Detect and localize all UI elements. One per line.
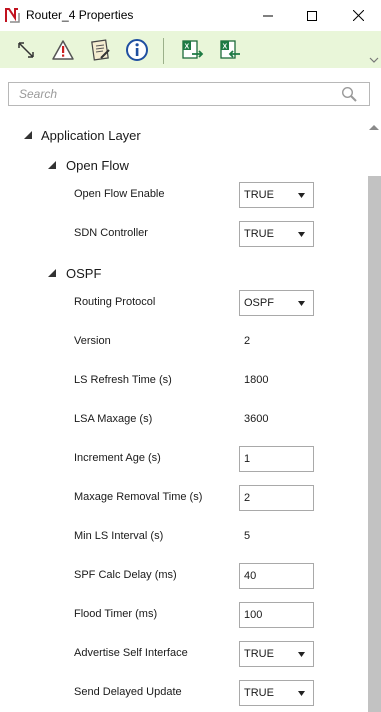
minimize-button[interactable]	[245, 0, 291, 31]
scrollbar-thumb[interactable]	[368, 176, 381, 712]
expand-open-flow-icon[interactable]	[48, 161, 56, 169]
prop-label-ls-refresh-time: LS Refresh Time (s)	[74, 374, 172, 386]
open-flow-enable-dropdown[interactable]: TRUE	[239, 182, 314, 208]
version-value: 2	[244, 335, 251, 347]
spf-calc-delay-field[interactable]: 40	[239, 563, 314, 589]
close-icon	[352, 10, 364, 21]
svg-text:X: X	[223, 44, 228, 51]
minimize-icon	[263, 15, 273, 16]
export-excel-button[interactable]: X	[180, 37, 206, 63]
import-excel-button[interactable]: X	[218, 37, 244, 63]
chevron-down-icon	[298, 691, 305, 696]
warning-button[interactable]	[50, 37, 76, 63]
maximize-icon	[307, 10, 317, 21]
chevron-down-icon	[298, 652, 305, 657]
toolbar-overflow-icon[interactable]	[369, 57, 379, 63]
prop-label-increment-age: Increment Age (s)	[74, 452, 161, 464]
tree-node-application-layer[interactable]: Application Layer	[41, 128, 141, 143]
send-delayed-update-dropdown[interactable]: TRUE	[239, 680, 314, 706]
expand-collapse-icon	[18, 42, 34, 58]
flood-timer-field[interactable]: 100	[239, 602, 314, 628]
prop-label-version: Version	[74, 335, 111, 347]
prop-label-sdn-controller: SDN Controller	[74, 227, 148, 239]
maximize-button[interactable]	[289, 0, 335, 31]
prop-label-flood-timer: Flood Timer (ms)	[74, 608, 158, 620]
prop-label-open-flow-enable: Open Flow Enable	[74, 188, 165, 200]
routing-protocol-dropdown[interactable]: OSPF	[239, 290, 314, 316]
tree-node-open-flow[interactable]: Open Flow	[66, 158, 129, 173]
sdn-controller-dropdown[interactable]: TRUE	[239, 221, 314, 247]
chevron-down-icon	[298, 301, 305, 306]
netsim-logo-icon	[5, 8, 20, 23]
chevron-down-icon	[298, 193, 305, 198]
export-excel-icon: X	[182, 40, 204, 59]
min-ls-interval-value: 5	[244, 530, 251, 542]
prop-label-maxage-removal-time: Maxage Removal Time (s)	[74, 491, 203, 503]
prop-label-send-delayed-update: Send Delayed Update	[74, 686, 182, 698]
info-icon	[126, 39, 148, 61]
expand-application-layer-icon[interactable]	[24, 131, 32, 139]
close-button[interactable]	[335, 0, 381, 31]
chevron-down-icon	[298, 232, 305, 237]
prop-label-spf-calc-delay: SPF Calc Delay (ms)	[74, 569, 177, 581]
prop-label-advertise-self-interface: Advertise Self Interface	[74, 647, 188, 659]
search-input[interactable]	[9, 83, 329, 105]
prop-label-min-ls-interval: Min LS Interval (s)	[74, 530, 164, 542]
import-excel-icon: X	[220, 40, 240, 59]
lsa-maxage-value: 3600	[244, 413, 269, 425]
expand-ospf-icon[interactable]	[48, 269, 56, 277]
window-title: Router_4 Properties	[26, 8, 134, 22]
expand-collapse-button[interactable]	[13, 37, 39, 63]
advertise-self-interface-dropdown[interactable]: TRUE	[239, 641, 314, 667]
notes-icon	[91, 39, 110, 61]
increment-age-field[interactable]: 1	[239, 446, 314, 472]
warning-icon	[52, 40, 74, 60]
prop-label-lsa-maxage: LSA Maxage (s)	[74, 413, 153, 425]
prop-label-routing-protocol: Routing Protocol	[74, 296, 156, 308]
tree-node-ospf[interactable]: OSPF	[66, 266, 101, 281]
notes-button[interactable]	[87, 37, 113, 63]
scroll-up-arrow-icon[interactable]	[368, 122, 380, 132]
search-icon[interactable]	[341, 86, 357, 102]
info-button[interactable]	[124, 37, 150, 63]
title-bar[interactable]: Router_4 Properties	[0, 0, 381, 31]
ls-refresh-time-value: 1800	[244, 374, 269, 386]
svg-text:X: X	[185, 44, 190, 51]
maxage-removal-time-field[interactable]: 2	[239, 485, 314, 511]
search-box[interactable]	[8, 82, 370, 106]
toolbar-separator	[163, 38, 164, 64]
